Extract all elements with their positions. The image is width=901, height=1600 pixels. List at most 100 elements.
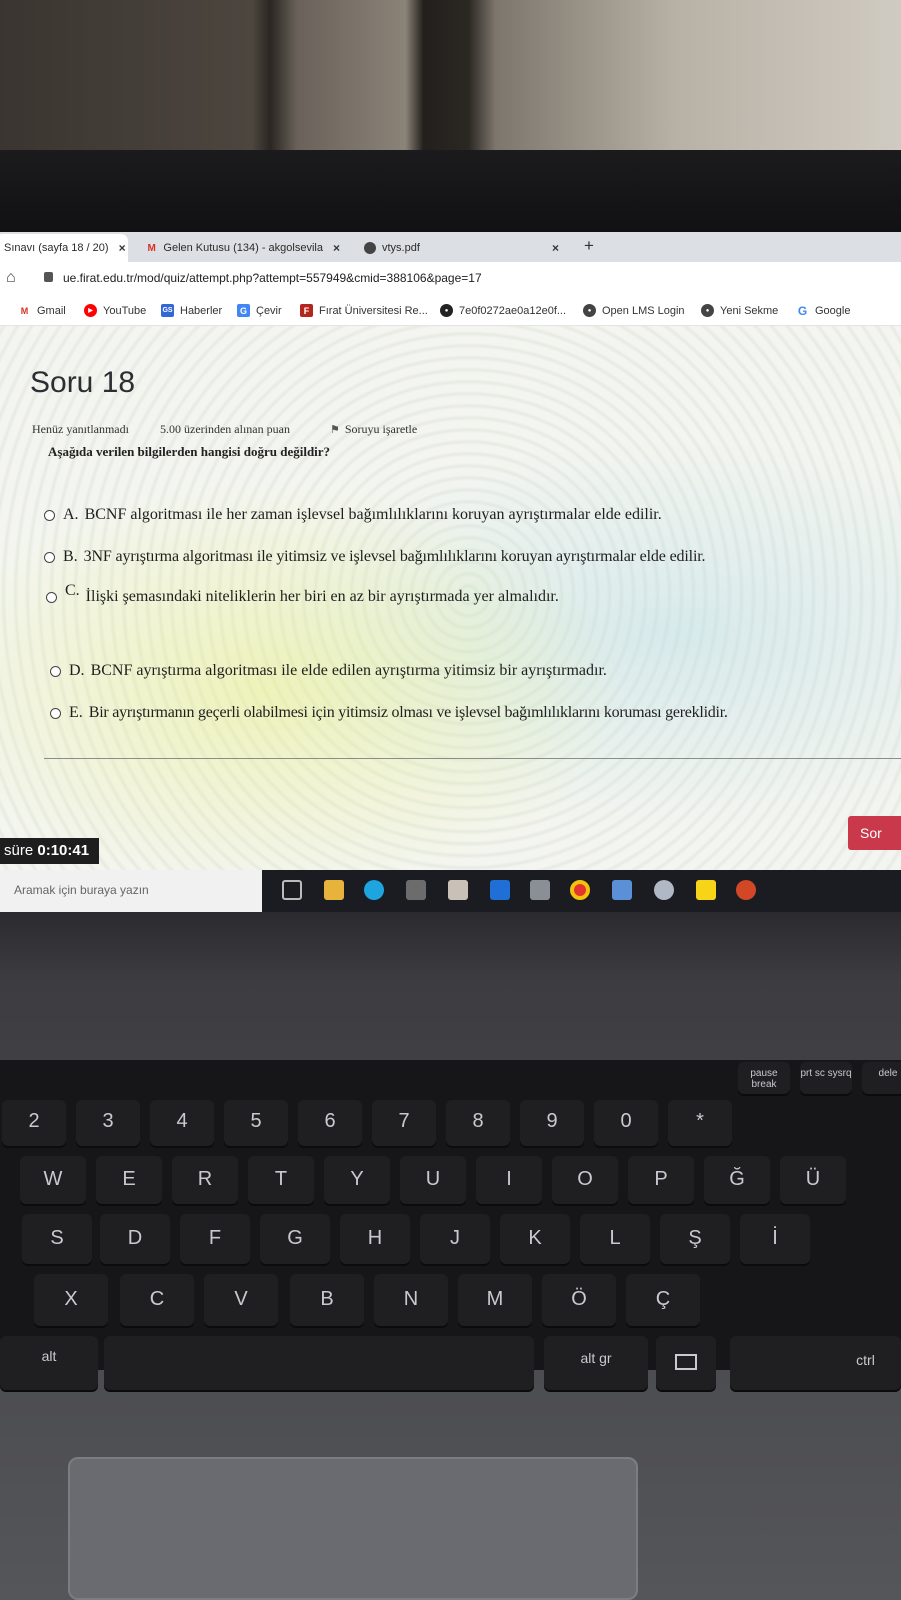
task-view-icon[interactable] bbox=[282, 880, 302, 900]
delete-key[interactable]: dele bbox=[862, 1062, 901, 1094]
file-explorer-icon[interactable] bbox=[324, 880, 344, 900]
key[interactable]: H bbox=[340, 1214, 410, 1264]
key[interactable]: W bbox=[20, 1156, 86, 1204]
powerpoint-icon[interactable] bbox=[736, 880, 756, 900]
key[interactable]: * bbox=[668, 1100, 732, 1146]
lock-icon bbox=[44, 272, 53, 282]
radio-button[interactable] bbox=[46, 592, 57, 603]
alt-gr-key[interactable]: alt gr bbox=[544, 1336, 648, 1390]
key[interactable]: 9 bbox=[520, 1100, 584, 1146]
key[interactable]: I bbox=[476, 1156, 542, 1204]
key[interactable]: M bbox=[458, 1274, 532, 1326]
tab-gmail[interactable]: M Gelen Kutusu (134) - akgolsevila × bbox=[138, 234, 348, 262]
key[interactable]: U bbox=[400, 1156, 466, 1204]
key[interactable]: D bbox=[100, 1214, 170, 1264]
radio-button[interactable] bbox=[50, 666, 61, 677]
key[interactable]: 3 bbox=[76, 1100, 140, 1146]
key[interactable]: Y bbox=[324, 1156, 390, 1204]
close-icon[interactable]: × bbox=[552, 241, 559, 255]
close-icon[interactable]: × bbox=[333, 241, 340, 255]
taskbar-search-input[interactable]: Aramak için buraya yazın bbox=[0, 870, 262, 912]
tab-vtys-pdf[interactable]: vtys.pdf × bbox=[356, 234, 576, 262]
pause-break-key[interactable]: pause break bbox=[738, 1062, 790, 1094]
edge-icon[interactable] bbox=[364, 880, 384, 900]
key[interactable]: V bbox=[204, 1274, 278, 1326]
next-page-button[interactable]: Sor bbox=[848, 816, 901, 850]
alt-key[interactable]: alt bbox=[0, 1336, 98, 1390]
tab-label: Gelen Kutusu (134) - akgolsevila bbox=[163, 242, 323, 254]
key[interactable]: Ğ bbox=[704, 1156, 770, 1204]
quiz-page: Soru 18 Henüz yanıtlanmadı 5.00 üzerinde… bbox=[0, 326, 901, 886]
key[interactable]: 7 bbox=[372, 1100, 436, 1146]
menu-key[interactable] bbox=[656, 1336, 716, 1390]
close-icon[interactable]: × bbox=[119, 241, 126, 255]
photos-icon[interactable] bbox=[612, 880, 632, 900]
key[interactable]: X bbox=[34, 1274, 108, 1326]
key[interactable]: F bbox=[180, 1214, 250, 1264]
store-icon[interactable] bbox=[406, 880, 426, 900]
points-text: 5.00 üzerinden alınan puan bbox=[160, 422, 290, 436]
bookmark-open-lms[interactable]: ● Open LMS Login bbox=[583, 304, 685, 317]
gift-icon[interactable] bbox=[448, 880, 468, 900]
option-b[interactable]: B. 3NF ayrıştırma algoritması ile yitims… bbox=[44, 548, 706, 566]
bookmark-firat[interactable]: F Fırat Üniversitesi Re... bbox=[300, 304, 428, 317]
key[interactable]: N bbox=[374, 1274, 448, 1326]
translate-icon: G bbox=[237, 304, 250, 317]
flag-question-link[interactable]: ⚑ Soruyu işaretle bbox=[330, 422, 417, 437]
radio-button[interactable] bbox=[44, 510, 55, 521]
home-icon[interactable]: ⌂ bbox=[6, 269, 16, 287]
key[interactable]: C bbox=[120, 1274, 194, 1326]
space-bar[interactable] bbox=[104, 1336, 534, 1390]
key[interactable]: S bbox=[22, 1214, 92, 1264]
bookmark-haberler[interactable]: GS Haberler bbox=[161, 304, 222, 317]
paint-icon[interactable] bbox=[654, 880, 674, 900]
radio-button[interactable] bbox=[50, 708, 61, 719]
key[interactable]: 8 bbox=[446, 1100, 510, 1146]
bookmark-label: Fırat Üniversitesi Re... bbox=[319, 304, 428, 317]
mail-icon[interactable] bbox=[490, 880, 510, 900]
bookmark-google[interactable]: G Google bbox=[796, 304, 851, 318]
option-d[interactable]: D. BCNF ayrıştırma algoritması ile elde … bbox=[50, 662, 607, 680]
bookmark-gmail[interactable]: M Gmail bbox=[18, 304, 66, 317]
key[interactable]: G bbox=[260, 1214, 330, 1264]
tab-quiz[interactable]: Sınavı (sayfa 18 / 20) × bbox=[0, 234, 128, 262]
chrome-icon[interactable] bbox=[570, 880, 590, 900]
key[interactable]: Ö bbox=[542, 1274, 616, 1326]
key[interactable]: L bbox=[580, 1214, 650, 1264]
key[interactable]: 4 bbox=[150, 1100, 214, 1146]
bookmark-cevir[interactable]: G Çevir bbox=[237, 304, 282, 317]
github-icon: ● bbox=[440, 304, 453, 317]
radio-button[interactable] bbox=[44, 552, 55, 563]
key[interactable]: B bbox=[290, 1274, 364, 1326]
key[interactable]: J bbox=[420, 1214, 490, 1264]
key[interactable]: 6 bbox=[298, 1100, 362, 1146]
usb-icon[interactable] bbox=[530, 880, 550, 900]
option-c[interactable]: C. İlişki şemasındaki niteliklerin her b… bbox=[46, 582, 559, 606]
key[interactable]: Ç bbox=[626, 1274, 700, 1326]
key[interactable]: 0 bbox=[594, 1100, 658, 1146]
bookmark-yeni-sekme[interactable]: ● Yeni Sekme bbox=[701, 304, 778, 317]
print-screen-key[interactable]: prt sc sysrq bbox=[800, 1062, 852, 1094]
tab-label: Sınavı (sayfa 18 / 20) bbox=[4, 242, 109, 254]
url-input[interactable]: ue.firat.edu.tr/mod/quiz/attempt.php?att… bbox=[63, 271, 482, 285]
key[interactable]: Ş bbox=[660, 1214, 730, 1264]
ctrl-key[interactable]: ctrl bbox=[730, 1336, 901, 1390]
key[interactable]: 2 bbox=[2, 1100, 66, 1146]
option-e[interactable]: E. Bir ayrıştırmanın geçerli olabilmesi … bbox=[50, 704, 728, 722]
sticky-notes-icon[interactable] bbox=[696, 880, 716, 900]
bookmark-github[interactable]: ● 7e0f0272ae0a12e0f... bbox=[440, 304, 566, 317]
key[interactable]: Ü bbox=[780, 1156, 846, 1204]
key[interactable]: E bbox=[96, 1156, 162, 1204]
touchpad[interactable] bbox=[68, 1457, 638, 1600]
key[interactable]: 5 bbox=[224, 1100, 288, 1146]
option-text: BCNF ayrıştırma algoritması ile elde edi… bbox=[90, 662, 607, 679]
key[interactable]: İ bbox=[740, 1214, 810, 1264]
key[interactable]: P bbox=[628, 1156, 694, 1204]
bookmark-youtube[interactable]: ▶ YouTube bbox=[84, 304, 146, 317]
option-a[interactable]: A. BCNF algoritması ile her zaman işlevs… bbox=[44, 506, 662, 524]
key[interactable]: R bbox=[172, 1156, 238, 1204]
new-tab-button[interactable]: + bbox=[584, 236, 594, 256]
key[interactable]: K bbox=[500, 1214, 570, 1264]
key[interactable]: O bbox=[552, 1156, 618, 1204]
key[interactable]: T bbox=[248, 1156, 314, 1204]
